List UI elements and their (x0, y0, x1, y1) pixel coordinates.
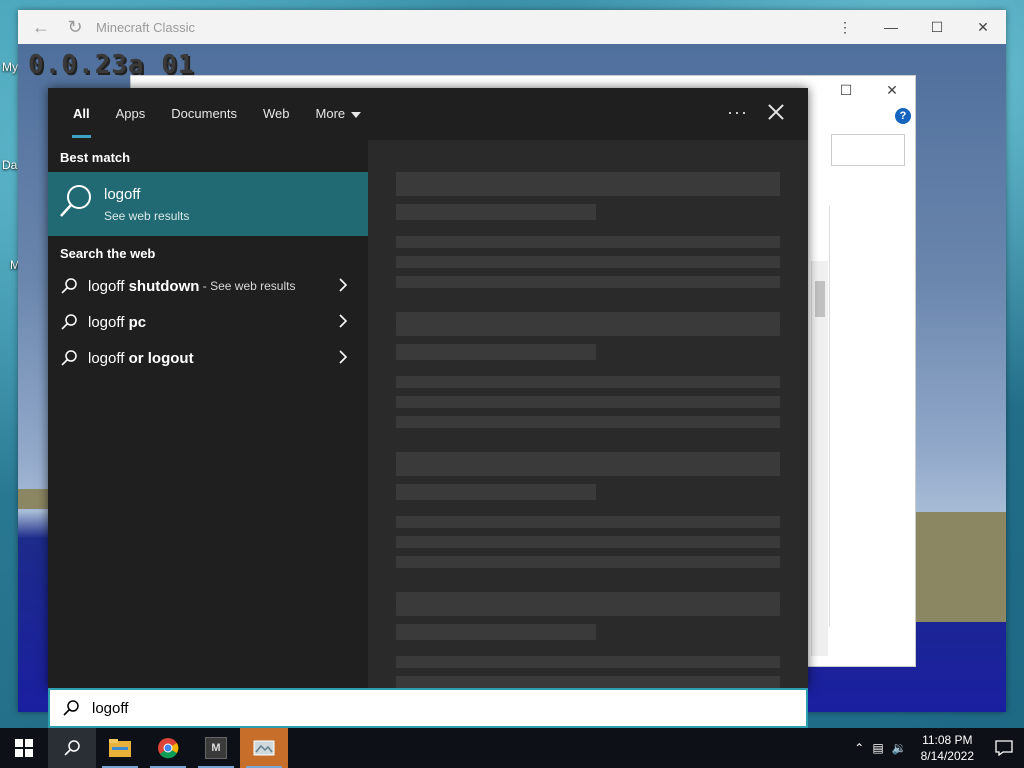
window-title: Minecraft Classic (96, 19, 195, 35)
search-icon (61, 350, 77, 366)
clock-time: 11:08 PM (922, 733, 973, 747)
web-result-bold: pc (128, 313, 147, 331)
scrollbar-thumb[interactable] (815, 281, 825, 317)
tab-web[interactable]: Web (250, 88, 303, 140)
loading-placeholder (396, 312, 780, 336)
web-result-suffix: - See web results (199, 279, 296, 293)
loading-placeholder (396, 452, 780, 476)
close-icon[interactable]: ✕ (960, 19, 1006, 36)
loading-placeholder (396, 256, 780, 268)
start-icon (15, 739, 33, 757)
loading-placeholder (396, 484, 596, 500)
preview-pane (368, 140, 808, 688)
taskbar-search-button[interactable] (48, 728, 96, 768)
terrain-block (914, 512, 1006, 622)
web-result-bold: shutdown (128, 277, 200, 295)
loading-placeholder (396, 516, 780, 528)
m-app-button[interactable]: M (192, 728, 240, 768)
maximize-icon[interactable]: ☐ (823, 76, 869, 104)
loading-placeholder (396, 556, 780, 568)
start-button[interactable] (0, 728, 48, 768)
chevron-up-icon[interactable]: ⌃ (854, 741, 864, 755)
desktop-icon-label[interactable]: My (2, 60, 18, 74)
minimize-icon[interactable]: — (868, 19, 914, 36)
taskbar: M ⌃ ▤ 🔉 11:08 PM 8/14/2022 (0, 728, 1024, 768)
loading-placeholder (396, 676, 780, 688)
minecraft-titlebar: ← ↻ Minecraft Classic ⋮ — ☐ ✕ (18, 10, 1006, 44)
search-icon (64, 740, 80, 756)
search-icon (61, 314, 77, 330)
best-match-heading: Best match (60, 150, 131, 165)
search-web-heading: Search the web (60, 246, 156, 261)
loading-placeholder (396, 236, 780, 248)
back-arrow-icon[interactable]: ← (30, 17, 52, 38)
web-result-prefix: logoff (88, 277, 129, 295)
menu-dots-icon[interactable]: ⋮ (822, 19, 868, 36)
image-app-button[interactable] (240, 728, 288, 768)
close-icon[interactable] (766, 100, 786, 124)
address-field[interactable] (831, 134, 905, 166)
maximize-icon[interactable]: ☐ (914, 19, 960, 36)
scrollbar[interactable] (811, 261, 828, 656)
help-icon[interactable]: ? (895, 108, 911, 124)
web-result-bold: or logout (128, 349, 194, 367)
loading-placeholder (396, 276, 780, 288)
search-icon (48, 172, 104, 236)
reload-icon[interactable]: ↻ (64, 17, 86, 38)
ellipsis-icon[interactable]: ··· (727, 102, 748, 123)
loading-placeholder (396, 172, 780, 196)
loading-placeholder (396, 344, 596, 360)
network-icon[interactable]: ▤ (872, 741, 883, 755)
loading-placeholder (396, 656, 780, 668)
best-match-item[interactable]: logoff See web results (48, 172, 368, 236)
best-match-subtitle: See web results (104, 208, 190, 223)
tab-more-label: More (315, 106, 346, 121)
web-result-prefix: logoff (88, 349, 129, 367)
close-icon[interactable]: ✕ (869, 76, 915, 104)
file-explorer-icon (109, 739, 131, 757)
search-box[interactable] (48, 688, 808, 728)
search-panel: All Apps Documents Web More ··· Best mat… (48, 88, 808, 688)
search-tabs: All Apps Documents Web More (48, 88, 808, 140)
search-icon (61, 278, 77, 294)
chevron-right-icon[interactable] (338, 350, 348, 364)
image-app-icon (253, 740, 275, 756)
volume-icon[interactable]: 🔉 (892, 741, 907, 755)
web-result-item[interactable]: logoff shutdown - See web results (48, 268, 368, 304)
clock-date: 8/14/2022 (920, 749, 974, 763)
chevron-down-icon (351, 111, 362, 118)
web-result-item[interactable]: logoff pc (48, 304, 368, 340)
web-result-prefix: logoff (88, 313, 129, 331)
tab-more[interactable]: More (303, 88, 375, 140)
tab-apps[interactable]: Apps (103, 88, 159, 140)
loading-placeholder (396, 624, 596, 640)
loading-placeholder (396, 416, 780, 428)
search-icon (63, 700, 79, 716)
system-tray: ⌃ ▤ 🔉 11:08 PM 8/14/2022 (850, 728, 1024, 768)
tab-documents[interactable]: Documents (158, 88, 250, 140)
loading-placeholder (396, 204, 596, 220)
results-list: Best match logoff See web results Search… (48, 140, 368, 688)
terrain-block (18, 489, 50, 509)
chevron-right-icon[interactable] (338, 278, 348, 292)
best-match-title: logoff (104, 185, 141, 203)
search-input[interactable] (90, 698, 694, 718)
loading-placeholder (396, 396, 780, 408)
clock[interactable]: 11:08 PM 8/14/2022 (921, 732, 974, 764)
m-app-icon: M (205, 737, 227, 759)
chrome-button[interactable] (144, 728, 192, 768)
tab-all[interactable]: All (60, 88, 103, 140)
loading-placeholder (396, 592, 780, 616)
loading-placeholder (396, 536, 780, 548)
chrome-icon (158, 738, 179, 759)
notification-icon (995, 740, 1013, 756)
notification-button[interactable] (984, 728, 1024, 768)
chevron-right-icon[interactable] (338, 314, 348, 328)
loading-placeholder (396, 376, 780, 388)
side-panel (829, 206, 912, 626)
file-explorer-button[interactable] (96, 728, 144, 768)
desktop-icon-label[interactable]: Da (2, 158, 17, 172)
web-result-item[interactable]: logoff or logout (48, 340, 368, 376)
